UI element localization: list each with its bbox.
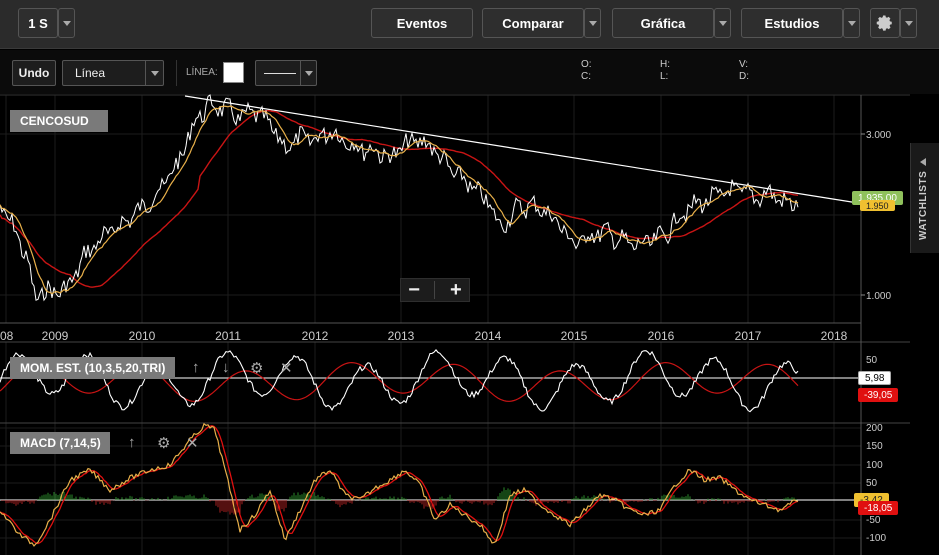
trend-line [184, 95, 859, 204]
slow-moving-average-line [0, 110, 799, 288]
macd-tick-label: 100 [866, 460, 883, 471]
watchlist-label: WATCHLISTS [918, 170, 929, 240]
x-tick-label: 2017 [735, 329, 762, 343]
zoom-in-button[interactable]: + [450, 279, 462, 302]
chart-series [0, 94, 861, 547]
price-tag-ma: 1.950 [860, 200, 895, 211]
macd-tag-red: -18,05 [858, 501, 899, 515]
close-icon[interactable]: ✕ [186, 434, 199, 452]
x-tick-label: 2013 [388, 329, 415, 343]
macd-tick-label: 150 [866, 441, 883, 452]
close-icon[interactable]: ✕ [280, 359, 293, 377]
zoom-divider [434, 281, 436, 299]
macd-line [0, 422, 799, 547]
macd-tick-label: 50 [866, 478, 878, 489]
x-tick-label: 2015 [561, 329, 588, 343]
x-tick-label: 08 [0, 329, 14, 343]
macd-panel-label[interactable]: MACD (7,14,5) [10, 432, 110, 454]
x-tick-label: 2012 [302, 329, 329, 343]
macd-tick-label: 200 [866, 423, 883, 434]
grid-lines [0, 95, 861, 555]
momentum-tag-white: 5,98 [858, 371, 892, 385]
momentum-tick-label: 50 [866, 355, 878, 366]
x-tick-label: 2016 [648, 329, 675, 343]
x-tick-label: 2018 [821, 329, 848, 343]
x-tick-label: 2014 [475, 329, 502, 343]
chevron-left-icon [920, 158, 926, 166]
momentum-tag-red: -39,05 [858, 388, 899, 402]
arrow-up-icon[interactable]: ↑ [128, 434, 136, 451]
price-tick-label: 1.000 [866, 291, 891, 302]
x-tick-label: 2010 [129, 329, 156, 343]
zoom-controls: − + [400, 278, 470, 302]
gear-icon[interactable]: ⚙ [250, 359, 263, 377]
arrow-down-icon[interactable]: ↓ [222, 359, 230, 376]
macd-tick-label: -50 [866, 515, 881, 526]
momentum-panel-label[interactable]: MOM. EST. (10,3,5,20,TRI) [10, 357, 175, 379]
x-tick-label: 2011 [215, 329, 241, 343]
zoom-out-button[interactable]: − [408, 279, 420, 302]
price-tick-label: 3.000 [866, 130, 891, 141]
gear-icon[interactable]: ⚙ [157, 434, 170, 452]
x-tick-label: 2009 [42, 329, 69, 343]
macd-tick-label: -100 [866, 533, 886, 544]
arrow-up-icon[interactable]: ↑ [192, 359, 200, 376]
main-panel-label[interactable]: CENCOSUD [10, 110, 108, 132]
